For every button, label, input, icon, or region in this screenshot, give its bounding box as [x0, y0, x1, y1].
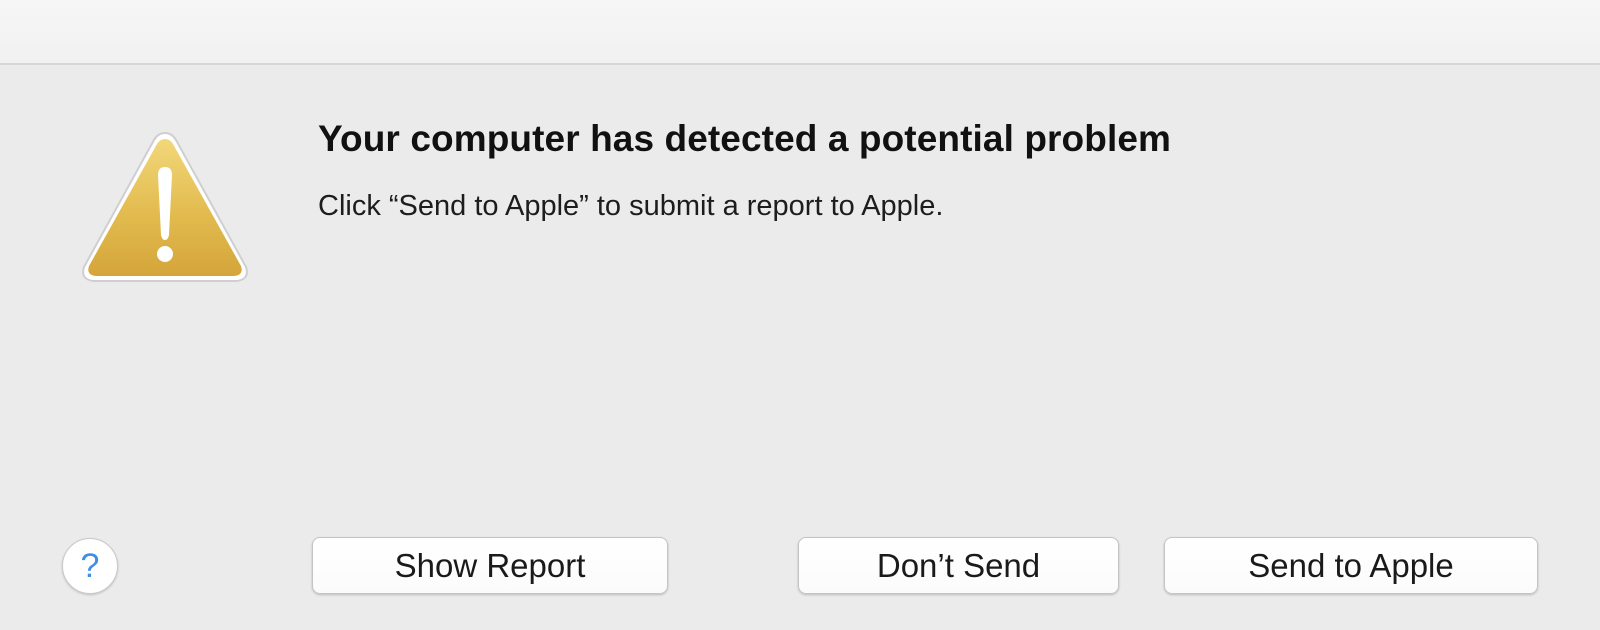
window-titlebar[interactable] [0, 0, 1600, 65]
question-mark-icon: ? [80, 547, 100, 585]
show-report-button[interactable]: Show Report [312, 537, 668, 594]
send-to-apple-button[interactable]: Send to Apple [1164, 537, 1538, 594]
dont-send-button[interactable]: Don’t Send [798, 537, 1119, 594]
problem-report-dialog: Your computer has detected a potential p… [0, 0, 1600, 630]
warning-icon [82, 131, 248, 282]
dialog-title: Your computer has detected a potential p… [318, 118, 1171, 159]
dialog-message: Click “Send to Apple” to submit a report… [318, 190, 944, 222]
help-button[interactable]: ? [62, 538, 118, 594]
